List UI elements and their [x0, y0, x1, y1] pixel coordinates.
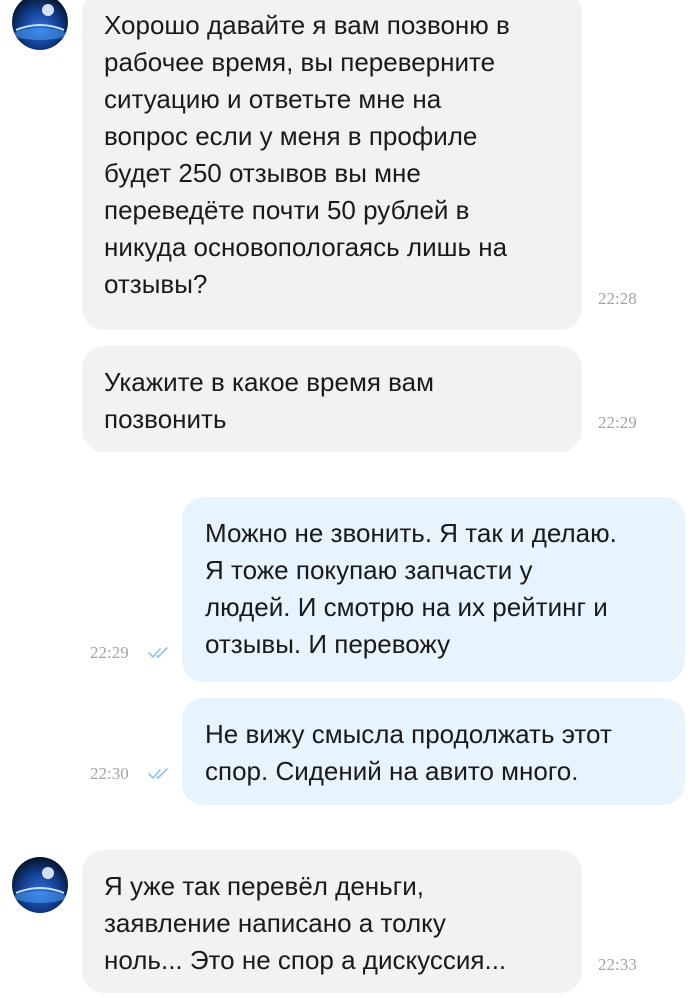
- contact-avatar-icon: [14, 867, 66, 903]
- message-text: Укажите в какое время вам позвонить: [104, 367, 434, 434]
- message-timestamp: 22:30: [90, 764, 129, 783]
- message-text: Можно не звонить. Я так и делаю. Я тоже …: [205, 518, 617, 659]
- message-text: Не вижу смысла продолжать этот спор. Сид…: [205, 719, 612, 786]
- message-timestamp: 22:28: [598, 289, 637, 308]
- message-text: Хорошо давайте я вам позвоню в рабочее в…: [104, 10, 510, 299]
- message-timestamp: 22:33: [598, 955, 637, 974]
- double-check-icon: [148, 768, 168, 779]
- contact-avatar[interactable]: [12, 0, 68, 50]
- double-check-icon: [148, 647, 168, 658]
- message-timestamp: 22:29: [90, 643, 129, 662]
- message-text: Я уже так перевёл деньги, заявление напи…: [104, 871, 507, 975]
- contact-avatar[interactable]: [12, 857, 68, 913]
- contact-avatar-icon: [14, 4, 66, 40]
- message-timestamp: 22:29: [598, 413, 637, 432]
